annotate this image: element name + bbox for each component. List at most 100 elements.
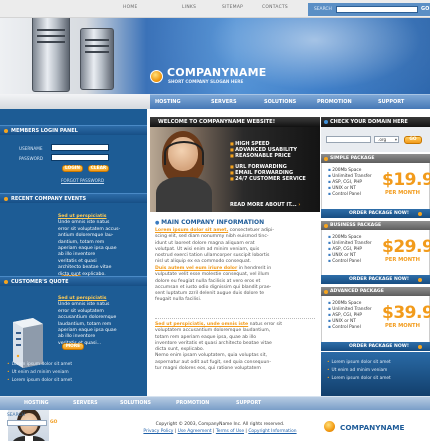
footer-nav-servers[interactable]: SERVERS — [73, 401, 98, 406]
price: $29.99 — [382, 237, 430, 257]
footer-company-name[interactable]: COMPANYNAME — [340, 423, 405, 432]
bullet-icon — [4, 280, 8, 284]
copyright-info-link[interactable]: Copyright Information — [248, 429, 296, 434]
package-business: 200Mb Space Unlimited Transfer ASP, CGI,… — [321, 230, 430, 276]
bullet-icon — [324, 120, 328, 124]
left-bullet-1[interactable]: Lorem ipsum dolor sit amet — [7, 362, 72, 367]
events-text: Sed ut perspiciatis Unde omnis iste natu… — [58, 214, 121, 277]
nav-hosting[interactable]: HOSTING — [155, 99, 181, 105]
right-column: CHECK YOUR DOMAIN HERE .org GO SIMPLE PA… — [321, 109, 430, 396]
info-paragraph-2: Duis autem vel eum iriure dolor in hendr… — [155, 266, 272, 303]
copyright: Copyright © 2003, CompanyName Inc. All r… — [155, 422, 285, 427]
password-input[interactable] — [51, 154, 109, 161]
bullet-icon — [324, 156, 328, 161]
per-month: PER MONTH — [385, 257, 420, 263]
privacy-policy-link[interactable]: Privacy Policy — [143, 429, 173, 434]
logo-icon — [150, 70, 163, 83]
welcome-title: WELCOME TO COMPANYNAME WEBSITE! — [158, 119, 276, 125]
page: HOME LINKS SITEMAP CONTACTS SEARCH GO CO… — [0, 0, 430, 441]
arrow-icon — [418, 211, 422, 216]
top-bar: HOME LINKS SITEMAP CONTACTS SEARCH GO — [0, 0, 430, 18]
footer-logo-icon — [323, 420, 336, 433]
header-search-input[interactable] — [336, 6, 418, 13]
info-link-3[interactable]: Sed ut perspiciatis, unde omnis iste — [155, 322, 248, 327]
info-link-2[interactable]: Duis autem vel eum iriure dolor — [155, 266, 237, 271]
domain-input[interactable] — [326, 136, 371, 143]
username-input[interactable] — [51, 144, 109, 151]
nav-promotion[interactable]: PROMOTION — [317, 99, 352, 105]
domain-go-button[interactable]: GO — [404, 136, 422, 144]
read-more-link[interactable]: READ MORE ABOUT IT... — [230, 202, 300, 208]
topnav-links[interactable]: LINKS — [182, 5, 196, 10]
info-link-1[interactable]: Lorem ipsum dolor sit amet, — [155, 228, 228, 233]
per-month: PER MONTH — [385, 323, 420, 329]
nav-left-strip — [0, 94, 150, 109]
quote-link[interactable]: Sed ut perspiciatis — [58, 296, 107, 301]
left-bullet-2[interactable]: Ut enim ad minim veniam — [7, 370, 69, 375]
footer-nav-support[interactable]: SUPPORT — [236, 401, 261, 406]
clear-button[interactable]: CLEAR — [88, 165, 109, 172]
header-search-label: SEARCH — [314, 7, 332, 12]
order-package-button[interactable]: ORDER PACKAGE NOW! — [321, 275, 430, 284]
login-button[interactable]: LOGIN — [62, 165, 83, 172]
price: $19.99 — [382, 170, 430, 190]
footer-search-go-button[interactable]: GO — [50, 420, 57, 425]
topnav-home[interactable]: HOME — [123, 5, 138, 10]
topnav-sitemap[interactable]: SITEMAP — [222, 5, 243, 10]
events-header: RECENT COMPANY EVENTS — [0, 193, 147, 203]
hero-panel: HIGH SPEED ADVANCED USABILITY REASONABLE… — [150, 127, 320, 212]
footer-search-label: SEARCH — [7, 413, 25, 418]
price: $39.99 — [382, 303, 430, 323]
company-name[interactable]: COMPANYNAME — [167, 66, 267, 79]
bullet-icon — [324, 289, 328, 294]
left-column: MEMBERS LOGIN PANEL USERNAME PASSWORD LO… — [0, 109, 147, 441]
server-rack-icon — [13, 318, 43, 368]
package-business-header: BUSINESS PACKAGE — [321, 221, 430, 230]
bullet-icon — [4, 129, 8, 133]
topnav-contacts[interactable]: CONTACTS — [262, 5, 288, 10]
divider — [155, 318, 315, 319]
nav-solutions[interactable]: SOLUTIONS — [264, 99, 296, 105]
footer-nav-promotion[interactable]: PROMOTION — [176, 401, 209, 406]
domain-tld-select[interactable]: .org — [374, 136, 399, 143]
welcome-bar: WELCOME TO COMPANYNAME WEBSITE! — [150, 117, 320, 127]
package-advanced: 200Mb Space Unlimited Transfer ASP, CGI,… — [321, 296, 430, 342]
terms-of-use-link[interactable]: Terms of Use — [216, 429, 244, 434]
quote-header: CUSTOMER'S QUOTE — [0, 276, 147, 286]
footer-nav-solutions[interactable]: SOLUTIONS — [120, 401, 151, 406]
quote-more-button[interactable]: MORE — [62, 343, 84, 350]
header-banner: COMPANYNAME SHORT COMPANY SLOGAN HERE — [0, 18, 430, 94]
username-label: USERNAME — [19, 146, 43, 151]
footer-search-input[interactable] — [7, 420, 47, 426]
header-search: SEARCH GO — [308, 3, 430, 16]
bullet-icon — [4, 197, 8, 201]
nav-servers[interactable]: SERVERS — [211, 99, 237, 105]
server-tower-image — [32, 18, 70, 92]
password-label: PASSWORD — [19, 156, 44, 161]
feature-price: REASONABLE PRICE — [230, 153, 291, 159]
nav-support[interactable]: SUPPORT — [378, 99, 404, 105]
footer-links: Privacy Policy | Use Agreement | Terms o… — [143, 429, 297, 434]
events-link[interactable]: Sed ut perspiciatis — [58, 214, 107, 219]
right-bullet-3[interactable]: Lorem ipsum dolor sit amet — [327, 376, 391, 381]
package-advanced-header: ADVANCED PACKAGE — [321, 287, 430, 296]
use-agreement-link[interactable]: Use Agreement — [178, 429, 212, 434]
forgot-password-link[interactable]: FORGOT PASSWORD — [61, 178, 104, 183]
order-package-button[interactable]: ORDER PACKAGE NOW! — [321, 342, 430, 351]
package-simple: 200Mb Space Unlimited Transfer ASP, CGI,… — [321, 163, 430, 209]
main-nav: HOSTING SERVERS SOLUTIONS PROMOTION SUPP… — [150, 94, 430, 109]
right-bullet-1[interactable]: Lorem ipsum dolor sit amet — [327, 360, 391, 365]
quote-text: Sed ut perspiciatis Unde omnis iste natu… — [58, 296, 117, 346]
company-slogan: SHORT COMPANY SLOGAN HERE — [168, 79, 244, 84]
footer-nav-hosting[interactable]: HOSTING — [24, 401, 49, 406]
domain-header: CHECK YOUR DOMAIN HERE — [321, 117, 430, 127]
left-bullet-3[interactable]: Lorem ipsum dolor sit amet — [7, 378, 72, 383]
arrow-icon — [418, 277, 422, 282]
order-package-button[interactable]: ORDER PACKAGE NOW! — [321, 209, 430, 218]
right-bullet-2[interactable]: Ut enim ad minim veniam — [327, 368, 388, 373]
info-title: MAIN COMPANY INFORMATION — [155, 219, 264, 226]
arrow-icon — [418, 344, 422, 349]
info-paragraph-3: Sed ut perspiciatis, unde omnis iste nat… — [155, 322, 282, 372]
right-links-panel: Lorem ipsum dolor sit amet Ut enim ad mi… — [321, 352, 430, 396]
header-search-go-button[interactable]: GO — [421, 6, 429, 12]
